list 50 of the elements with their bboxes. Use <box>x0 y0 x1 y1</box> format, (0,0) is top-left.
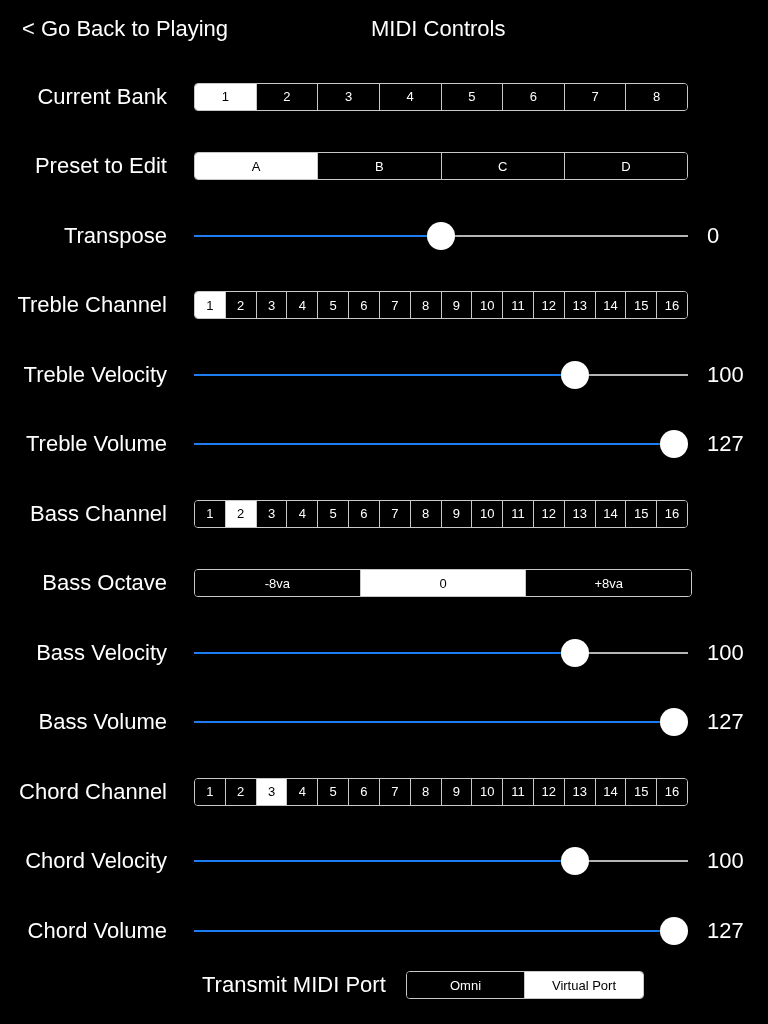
segmented-control[interactable]: A B C D <box>194 152 688 181</box>
row-label: Treble Channel <box>16 292 167 319</box>
value-readout: 100 <box>707 848 744 875</box>
value-readout: 127 <box>707 917 744 944</box>
row-label: Treble Volume <box>24 431 167 458</box>
segment-button[interactable]: A <box>195 153 318 180</box>
value-readout: 100 <box>707 639 744 666</box>
value-readout: 127 <box>707 431 744 458</box>
slider-thumb[interactable] <box>560 638 589 667</box>
value-readout: 127 <box>707 709 744 736</box>
segment-button[interactable]: 16 <box>656 778 687 805</box>
segment-button[interactable]: 0 <box>359 570 526 597</box>
row-label: Transmit MIDI Port <box>202 972 386 998</box>
segment-button[interactable]: Virtual Port <box>524 972 643 998</box>
segmented-control[interactable]: 1 2 3 4 5 6 7 8 9 10 11 12 13 14 15 16 <box>194 499 688 528</box>
row-label: Bass Volume <box>37 709 167 736</box>
row-label: Treble Velocity <box>22 361 167 388</box>
segmented-control[interactable]: 1 2 3 4 5 6 7 8 9 10 11 12 13 14 15 16 <box>194 291 688 320</box>
row-label: Bass Velocity <box>35 639 167 666</box>
slider-thumb[interactable] <box>660 916 688 945</box>
row-label: Preset to Edit <box>33 153 167 180</box>
row-label: Chord Volume <box>26 917 167 944</box>
segmented-control[interactable]: 1 2 3 4 5 6 7 8 9 10 11 12 13 14 15 16 <box>194 777 688 806</box>
segmented-control[interactable]: Omni Virtual Port <box>405 971 644 999</box>
slider-thumb[interactable] <box>660 430 688 459</box>
segmented-control[interactable]: -8va 0 +8va <box>194 569 692 598</box>
row-label: Current Bank <box>36 83 167 110</box>
segment-button[interactable]: 8 <box>625 83 687 110</box>
row-label: Chord Velocity <box>24 848 167 875</box>
segment-button[interactable]: 2 <box>224 500 256 527</box>
value-readout: 100 <box>707 361 744 388</box>
slider-thumb[interactable] <box>560 847 589 876</box>
segment-button[interactable]: 16 <box>656 292 687 319</box>
slider-thumb[interactable] <box>560 360 589 389</box>
segment-button[interactable]: 3 <box>255 778 287 805</box>
segment-button[interactable]: +8va <box>525 570 691 597</box>
row-label: Bass Octave <box>41 570 167 597</box>
value-readout: 0 <box>707 222 720 249</box>
row-label: Chord Channel <box>18 778 167 805</box>
slider-thumb[interactable] <box>660 708 688 737</box>
row-label: Bass Channel <box>29 500 167 527</box>
segment-button[interactable]: 16 <box>656 500 687 527</box>
segmented-control[interactable]: 1 2 3 4 5 6 7 8 <box>194 82 688 111</box>
slider-thumb[interactable] <box>427 221 455 250</box>
segment-button[interactable]: 1 <box>195 83 256 110</box>
row-label: Transpose <box>62 222 167 249</box>
screen-title: MIDI Controls <box>371 16 506 42</box>
segment-button[interactable]: 1 <box>195 292 225 319</box>
segment-button[interactable]: D <box>563 153 687 180</box>
back-button[interactable]: < Go Back to Playing <box>22 16 229 42</box>
